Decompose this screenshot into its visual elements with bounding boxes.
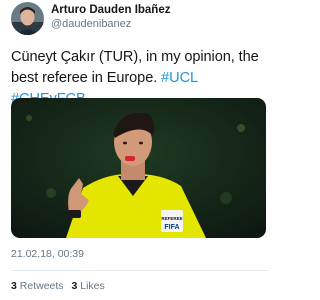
retweets-count: 3 bbox=[11, 280, 17, 292]
hashtag-ucl[interactable]: #UCL bbox=[161, 70, 197, 86]
tweet-stats: 3 Retweets 3 Likes bbox=[11, 280, 110, 292]
user-display-name[interactable]: Arturo Dauden Ibañez bbox=[51, 4, 170, 16]
retweets-stat[interactable]: 3 Retweets bbox=[11, 280, 64, 292]
avatar-photo-icon bbox=[11, 2, 44, 35]
tweet-body: Cüneyt Çakır (TUR), in my opinion, the b… bbox=[11, 49, 259, 86]
fifa-badge-label: FIFA bbox=[164, 224, 179, 231]
referee-photo-icon: REFEREE FIFA bbox=[11, 98, 266, 238]
tweet-card: Arturo Dauden Ibañez @daudenibanez Cüney… bbox=[0, 0, 277, 300]
referee-badge-label: REFEREE bbox=[161, 216, 182, 221]
tweet-media-image[interactable]: REFEREE FIFA bbox=[11, 98, 266, 238]
divider bbox=[11, 270, 269, 271]
tweet-timestamp[interactable]: 21.02.18, 00:39 bbox=[11, 248, 84, 260]
user-handle[interactable]: @daudenibanez bbox=[51, 18, 131, 30]
user-avatar[interactable] bbox=[11, 2, 44, 35]
likes-label: Likes bbox=[80, 280, 105, 292]
likes-stat[interactable]: 3 Likes bbox=[71, 280, 104, 292]
retweets-label: Retweets bbox=[19, 280, 64, 292]
likes-count: 3 bbox=[71, 280, 78, 292]
